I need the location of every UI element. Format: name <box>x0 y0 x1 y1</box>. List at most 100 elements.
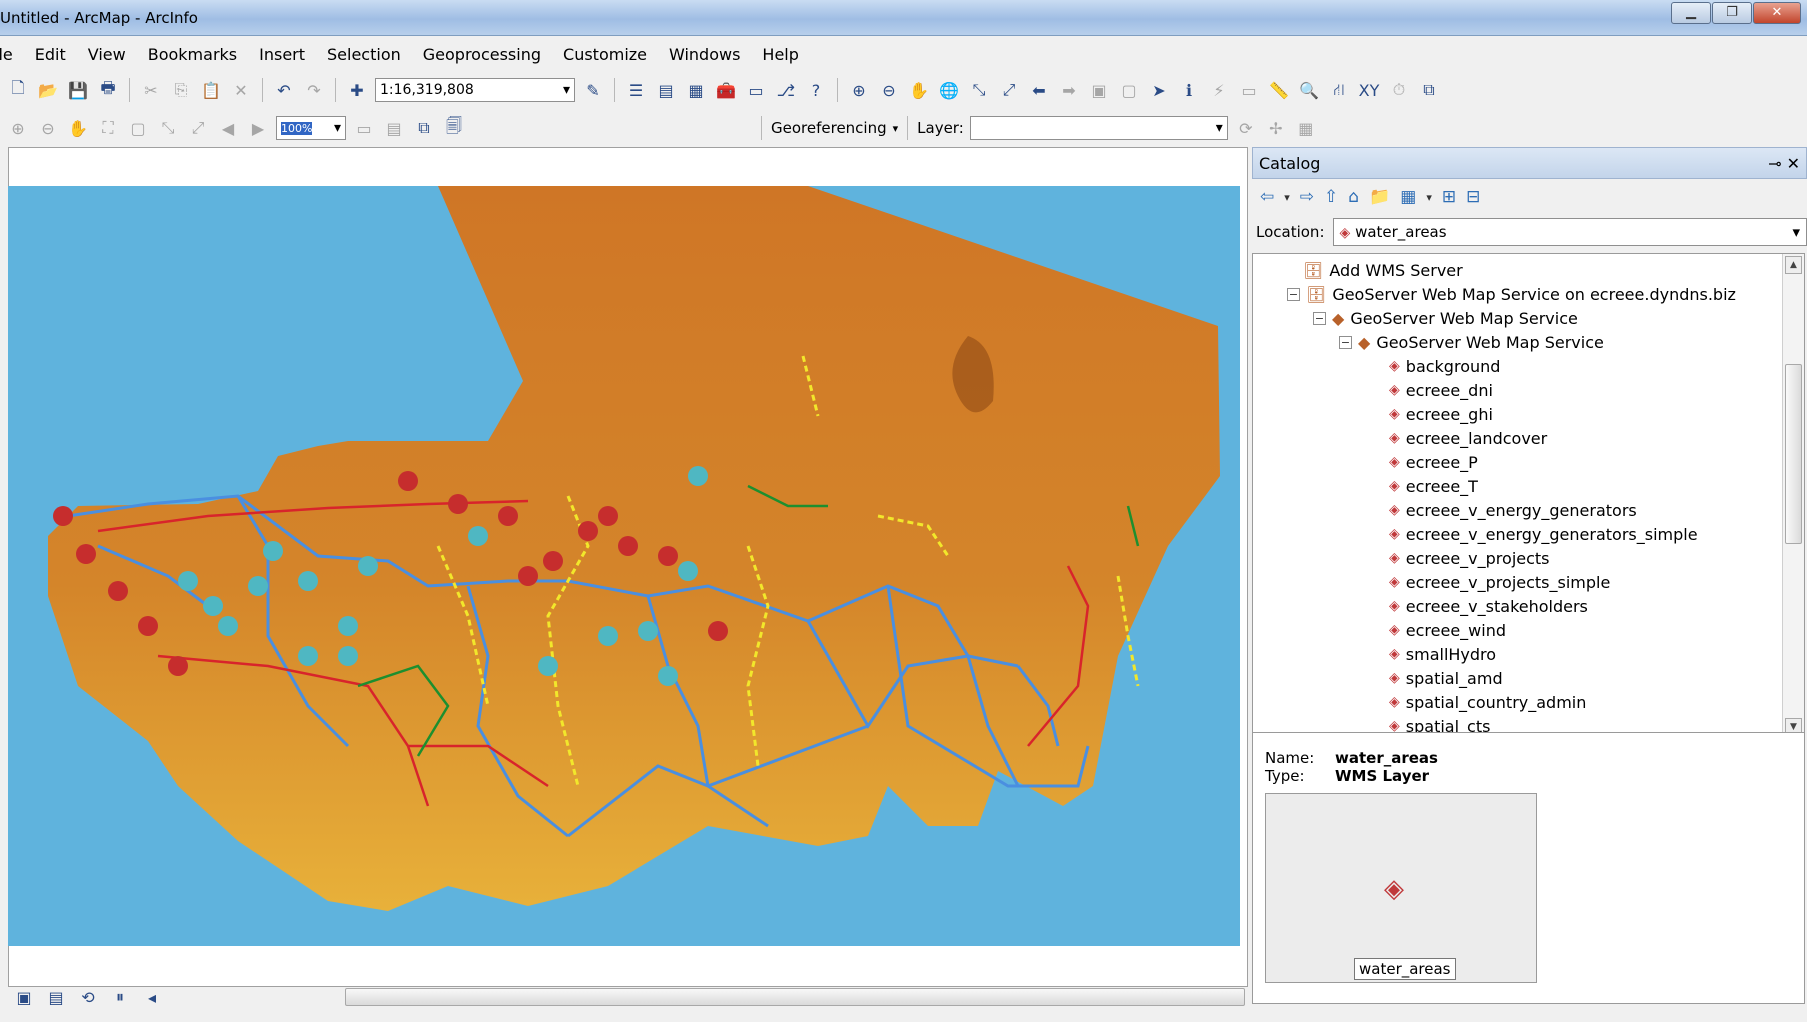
collapse-icon[interactable]: − <box>1287 287 1300 301</box>
tree-layer[interactable]: ◈ ecreee_v_stakeholders <box>1389 594 1588 618</box>
full-extent-icon[interactable]: 🌐 <box>937 78 961 102</box>
create-viewer-window-icon[interactable]: ⧉ <box>1417 78 1441 102</box>
find-icon[interactable]: 🔍 <box>1297 78 1321 102</box>
map-scale-combo[interactable]: 1:16,319,808 ▾ <box>375 78 575 102</box>
zoom-out-icon[interactable]: ⊖ <box>877 78 901 102</box>
tree-layer[interactable]: ◈ ecreee_v_energy_generators <box>1389 498 1637 522</box>
collapse-icon[interactable]: − <box>1339 335 1352 349</box>
go-to-xy-icon[interactable]: XY <box>1357 78 1381 102</box>
go-back-extent-layout-icon[interactable]: ◀ <box>216 116 240 140</box>
view-link-table-icon[interactable]: ▦ <box>1294 116 1318 140</box>
menu-edit[interactable]: Edit <box>35 45 66 64</box>
georeferencing-menu[interactable]: Georeferencing <box>771 119 887 137</box>
tree-layer[interactable]: ◈ ecreee_ghi <box>1389 402 1493 426</box>
close-button[interactable]: ✕ <box>1753 2 1801 24</box>
layout-zoom-out-icon[interactable]: ⊖ <box>36 116 60 140</box>
python-window-icon[interactable]: ▭ <box>744 78 768 102</box>
add-to-map-icon[interactable]: ⊞ <box>1442 187 1456 207</box>
menu-help[interactable]: Help <box>762 45 798 64</box>
chevron-down-icon[interactable]: ▾ <box>1284 191 1290 204</box>
pause-drawing-icon[interactable]: ⏸ <box>108 985 132 1009</box>
scroll-left-icon[interactable]: ◂ <box>140 985 164 1009</box>
tree-layer[interactable]: ◈ ecreee_wind <box>1389 618 1506 642</box>
catalog-window-icon[interactable]: ▤ <box>654 78 678 102</box>
layout-view-icon[interactable]: ▤ <box>44 985 68 1009</box>
map-horizontal-scrollbar[interactable] <box>345 988 1245 1006</box>
georef-layer-combo[interactable]: ▾ <box>969 116 1228 140</box>
arctoolbox-icon[interactable]: 🧰 <box>714 78 738 102</box>
tree-layer[interactable]: ◈ ecreee_dni <box>1389 378 1493 402</box>
hyperlink-icon[interactable]: ⚡ <box>1207 78 1231 102</box>
select-elements-icon[interactable]: ➤ <box>1147 78 1171 102</box>
close-icon[interactable]: ✕ <box>1787 154 1800 173</box>
time-slider-icon[interactable]: ⏱ <box>1387 78 1411 102</box>
menu-insert[interactable]: Insert <box>259 45 305 64</box>
chevron-down-icon[interactable]: ▾ <box>1426 191 1432 204</box>
minimize-button[interactable]: ▁ <box>1671 2 1711 24</box>
pin-icon[interactable]: ⊸ <box>1768 154 1781 173</box>
menu-selection[interactable]: Selection <box>327 45 401 64</box>
data-driven-pages-icon[interactable]: 🗐 <box>442 116 466 140</box>
catalog-tree[interactable]: 🗄 Add WMS Server − 🗄 GeoServer Web Map S… <box>1252 253 1805 741</box>
search-window-icon[interactable]: ▦ <box>684 78 708 102</box>
modelbuilder-icon[interactable]: ⎇ <box>774 78 798 102</box>
scrollbar-thumb[interactable] <box>1785 364 1802 544</box>
tree-layer[interactable]: ◈ ecreee_v_energy_generators_simple <box>1389 522 1698 546</box>
tree-layer[interactable]: ◈ ecreee_T <box>1389 474 1478 498</box>
focus-data-frame-icon[interactable]: ▤ <box>382 116 406 140</box>
go-forward-extent-layout-icon[interactable]: ▶ <box>246 116 270 140</box>
undo-icon[interactable]: ↶ <box>272 78 296 102</box>
toggle-draft-mode-icon[interactable]: ▭ <box>352 116 376 140</box>
editor-icon[interactable]: ✎ <box>581 78 605 102</box>
fixed-zoom-out-icon[interactable]: ⤢ <box>997 78 1021 102</box>
tree-layer[interactable]: ◈ smallHydro <box>1389 642 1496 666</box>
back-extent-icon[interactable]: ⬅ <box>1027 78 1051 102</box>
up-one-level-icon[interactable]: ⇧ <box>1324 187 1338 207</box>
map-canvas[interactable] <box>8 186 1240 946</box>
add-control-points-icon[interactable]: ✢ <box>1264 116 1288 140</box>
html-popup-icon[interactable]: ▭ <box>1237 78 1261 102</box>
tree-item-service-group[interactable]: − ◆ GeoServer Web Map Service <box>1339 330 1604 354</box>
views-icon[interactable]: ▦ <box>1400 187 1416 207</box>
print-icon[interactable]: 🖶 <box>96 78 120 102</box>
open-icon[interactable]: 📂 <box>36 78 60 102</box>
identify-icon[interactable]: ℹ <box>1177 78 1201 102</box>
menu-file[interactable]: File <box>0 45 13 64</box>
select-features-icon[interactable]: ▣ <box>1087 78 1111 102</box>
pan-icon[interactable]: ✋ <box>907 78 931 102</box>
menu-view[interactable]: View <box>88 45 126 64</box>
scroll-up-icon[interactable]: ▲ <box>1785 256 1802 274</box>
menu-windows[interactable]: Windows <box>669 45 740 64</box>
cut-icon[interactable]: ✂ <box>139 78 163 102</box>
layout-zoom-combo[interactable]: 100% ▾ <box>276 116 346 140</box>
new-document-icon[interactable]: 🗋 <box>6 78 30 102</box>
catalog-vertical-scrollbar[interactable]: ▲ ▼ <box>1782 254 1804 740</box>
forward-extent-icon[interactable]: ➡ <box>1057 78 1081 102</box>
tree-layer[interactable]: ◈ spatial_country_admin <box>1389 690 1586 714</box>
delete-icon[interactable]: ✕ <box>229 78 253 102</box>
menu-customize[interactable]: Customize <box>563 45 647 64</box>
tree-view-icon[interactable]: ⊟ <box>1466 187 1480 207</box>
tree-item-service[interactable]: − ◆ GeoServer Web Map Service <box>1313 306 1578 330</box>
paste-icon[interactable]: 📋 <box>199 78 223 102</box>
whats-this-icon[interactable]: ? <box>804 78 828 102</box>
table-of-contents-icon[interactable]: ☰ <box>624 78 648 102</box>
tree-layer[interactable]: ◈ ecreee_v_projects_simple <box>1389 570 1610 594</box>
zoom-in-icon[interactable]: ⊕ <box>847 78 871 102</box>
find-route-icon[interactable]: ⛙ <box>1327 78 1351 102</box>
measure-icon[interactable]: 📏 <box>1267 78 1291 102</box>
tree-item-wms-connection[interactable]: − 🗄 GeoServer Web Map Service on ecreee.… <box>1287 282 1736 306</box>
refresh-icon[interactable]: ⟲ <box>76 985 100 1009</box>
connect-folder-icon[interactable]: 📁 <box>1369 187 1390 207</box>
rotate-icon[interactable]: ⟳ <box>1234 116 1258 140</box>
fixed-zoom-in-layout-icon[interactable]: ⤡ <box>156 116 180 140</box>
maximize-button[interactable]: ❐ <box>1712 2 1752 24</box>
forward-icon[interactable]: ⇨ <box>1300 187 1314 207</box>
location-combo[interactable]: ◈ water_areas ▾ <box>1332 218 1807 246</box>
tree-layer[interactable]: ◈ ecreee_landcover <box>1389 426 1547 450</box>
copy-icon[interactable]: ⎘ <box>169 78 193 102</box>
tree-layer[interactable]: ◈ background <box>1389 354 1500 378</box>
home-folder-icon[interactable]: ⌂ <box>1348 187 1359 207</box>
zoom-whole-page-icon[interactable]: ⛶ <box>96 116 120 140</box>
zoom-100-icon[interactable]: ▢ <box>126 116 150 140</box>
